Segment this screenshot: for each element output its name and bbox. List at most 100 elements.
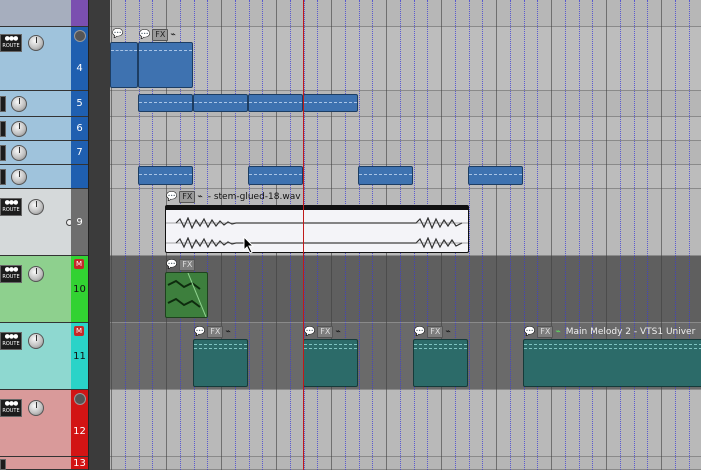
media-item[interactable] (138, 94, 193, 112)
take-comment-icon[interactable]: 💬 (166, 260, 177, 270)
grid-line (537, 0, 539, 470)
mute-button[interactable]: M (74, 326, 84, 336)
track-lane-6[interactable] (110, 117, 701, 141)
track-strip-11: M 11 (71, 323, 88, 390)
item-top-bar (166, 206, 468, 210)
media-item[interactable] (358, 166, 413, 185)
track-lane-13[interactable] (110, 457, 701, 470)
envelope-icon[interactable]: ⌁ (170, 30, 175, 40)
track-panel-6[interactable] (0, 117, 71, 141)
volume-knob[interactable] (11, 121, 27, 137)
take-comment-icon[interactable]: 💬 (304, 327, 315, 337)
media-item[interactable]: 💬 FX (165, 259, 208, 318)
route-label: ROUTE (2, 43, 20, 49)
envelope-icon[interactable]: ⌁ (555, 327, 560, 337)
route-button[interactable]: ●●● ROUTE (0, 198, 22, 216)
mute-button[interactable]: M (74, 259, 84, 269)
track-lane-12[interactable] (110, 390, 701, 457)
waveform (167, 273, 207, 317)
media-item[interactable] (110, 42, 138, 88)
track-number: 6 (76, 123, 83, 134)
grid-line (619, 0, 621, 470)
track-panel-top[interactable] (0, 0, 71, 27)
grid-line (661, 0, 662, 470)
route-label: ROUTE (2, 207, 20, 213)
envelope-icon[interactable]: ⌁ (197, 192, 202, 202)
route-button[interactable] (0, 145, 6, 161)
fx-button[interactable]: FX (537, 326, 554, 338)
track-panel-12[interactable]: ●●● ROUTE (0, 390, 71, 457)
route-button[interactable]: ●●● ROUTE (0, 34, 22, 52)
envelope-icon[interactable]: ⌁ (335, 327, 340, 337)
fx-button[interactable]: FX (427, 326, 444, 338)
edit-cursor[interactable] (303, 0, 304, 470)
grid-line (551, 0, 552, 470)
media-item[interactable] (468, 166, 523, 185)
media-item[interactable] (193, 94, 248, 112)
grid-line (688, 0, 690, 470)
track-panel-4[interactable]: ●●● ROUTE (0, 27, 71, 91)
route-button[interactable] (0, 121, 6, 137)
volume-knob[interactable] (11, 145, 27, 161)
item-header: 💬 FX ⌁ Main Melody 2 - VTS1 Univer (524, 326, 695, 338)
midi-item[interactable]: 💬 FX ⌁ (413, 326, 468, 387)
track-lane-7[interactable] (110, 141, 701, 165)
midi-item[interactable]: 💬 FX ⌁ (193, 326, 248, 387)
grid-line (674, 0, 676, 470)
route-button[interactable]: ●●● ROUTE (0, 399, 22, 417)
volume-knob[interactable] (28, 35, 44, 51)
envelope-icon[interactable]: ⌁ (445, 327, 450, 337)
take-comment-icon[interactable]: 💬 (414, 327, 425, 337)
take-comment-icon[interactable]: 💬 (112, 29, 123, 39)
route-button[interactable]: ●●● ROUTE (0, 332, 22, 350)
midi-item[interactable]: 💬 FX ⌁ (303, 326, 358, 387)
route-dots-icon: ●●● (4, 266, 19, 273)
volume-knob[interactable] (28, 199, 44, 215)
envelope-icon[interactable]: ⌁ (225, 327, 230, 337)
record-arm-icon[interactable] (74, 30, 86, 42)
track-panel-5[interactable] (0, 91, 71, 117)
track-lane[interactable] (110, 0, 701, 27)
waveform-top (166, 214, 468, 230)
take-comment-icon[interactable]: 💬 (139, 30, 150, 40)
fx-button[interactable]: FX (179, 191, 196, 203)
volume-knob[interactable] (28, 266, 44, 282)
track-number: 13 (73, 458, 86, 469)
track-panel-7[interactable] (0, 141, 71, 165)
route-button[interactable] (0, 96, 6, 112)
media-item[interactable]: 💬 FX ⌁ (138, 29, 193, 88)
media-item[interactable] (248, 166, 303, 185)
route-button[interactable]: ●●● ROUTE (0, 265, 22, 283)
media-item[interactable] (248, 94, 303, 112)
arrange-view[interactable]: 💬 FX ⌁ 💬 💬 FX ⌁ - stem-glued-18.wav 💬 FX… (110, 0, 701, 470)
track-panel-11[interactable]: ●●● ROUTE (0, 323, 71, 390)
route-button[interactable] (0, 459, 6, 470)
track-panel-10[interactable]: ●●● ROUTE (0, 256, 71, 323)
take-comment-icon[interactable]: 💬 (194, 327, 205, 337)
item-header: 💬 FX ⌁ (414, 326, 451, 338)
route-button[interactable] (0, 169, 6, 185)
grid-line (606, 0, 607, 470)
fx-button[interactable]: FX (317, 326, 334, 338)
audio-item-stem[interactable]: 💬 FX ⌁ - stem-glued-18.wav (165, 191, 469, 253)
grid-line (482, 0, 484, 470)
media-item[interactable] (303, 94, 358, 112)
midi-item[interactable]: 💬 FX ⌁ Main Melody 2 - VTS1 Univer (523, 326, 701, 387)
tcp-divider[interactable] (88, 0, 111, 470)
track-panel-8[interactable] (0, 165, 71, 189)
take-comment-icon[interactable]: 💬 (166, 192, 177, 202)
track-lane-4[interactable] (110, 27, 701, 91)
volume-knob[interactable] (11, 96, 27, 112)
track-strip-12: 12 (71, 390, 88, 457)
fx-button[interactable]: FX (179, 259, 196, 271)
media-item[interactable] (138, 166, 193, 185)
track-panel-9[interactable]: ●●● ROUTE (0, 189, 73, 256)
volume-knob[interactable] (28, 333, 44, 349)
volume-knob[interactable] (11, 169, 27, 185)
record-arm-icon[interactable] (74, 393, 86, 405)
take-comment-icon[interactable]: 💬 (524, 327, 535, 337)
track-panel-13[interactable] (0, 457, 71, 470)
fx-button[interactable]: FX (152, 29, 169, 41)
fx-button[interactable]: FX (207, 326, 224, 338)
volume-knob[interactable] (28, 400, 44, 416)
